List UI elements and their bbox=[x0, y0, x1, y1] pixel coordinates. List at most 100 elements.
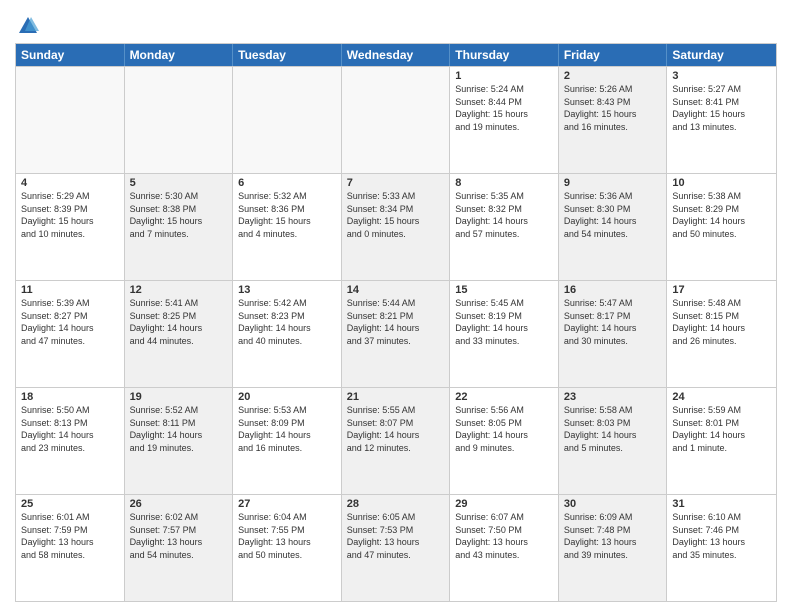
day-info: Sunrise: 5:35 AM Sunset: 8:32 PM Dayligh… bbox=[455, 190, 553, 240]
day-info: Sunrise: 5:55 AM Sunset: 8:07 PM Dayligh… bbox=[347, 404, 445, 454]
cal-cell: 25Sunrise: 6:01 AM Sunset: 7:59 PM Dayli… bbox=[16, 495, 125, 601]
cal-cell: 1Sunrise: 5:24 AM Sunset: 8:44 PM Daylig… bbox=[450, 67, 559, 173]
cal-cell: 24Sunrise: 5:59 AM Sunset: 8:01 PM Dayli… bbox=[667, 388, 776, 494]
day-number: 11 bbox=[21, 284, 119, 296]
day-info: Sunrise: 6:02 AM Sunset: 7:57 PM Dayligh… bbox=[130, 511, 228, 561]
day-number: 22 bbox=[455, 391, 553, 403]
cal-cell: 29Sunrise: 6:07 AM Sunset: 7:50 PM Dayli… bbox=[450, 495, 559, 601]
cal-cell: 2Sunrise: 5:26 AM Sunset: 8:43 PM Daylig… bbox=[559, 67, 668, 173]
day-number: 4 bbox=[21, 177, 119, 189]
day-number: 17 bbox=[672, 284, 771, 296]
day-info: Sunrise: 6:04 AM Sunset: 7:55 PM Dayligh… bbox=[238, 511, 336, 561]
header bbox=[15, 10, 777, 37]
cal-cell bbox=[125, 67, 234, 173]
day-number: 2 bbox=[564, 70, 662, 82]
cal-cell: 10Sunrise: 5:38 AM Sunset: 8:29 PM Dayli… bbox=[667, 174, 776, 280]
day-info: Sunrise: 5:48 AM Sunset: 8:15 PM Dayligh… bbox=[672, 297, 771, 347]
day-number: 7 bbox=[347, 177, 445, 189]
cal-cell: 9Sunrise: 5:36 AM Sunset: 8:30 PM Daylig… bbox=[559, 174, 668, 280]
cal-cell: 16Sunrise: 5:47 AM Sunset: 8:17 PM Dayli… bbox=[559, 281, 668, 387]
day-number: 31 bbox=[672, 498, 771, 510]
day-info: Sunrise: 5:52 AM Sunset: 8:11 PM Dayligh… bbox=[130, 404, 228, 454]
day-info: Sunrise: 6:10 AM Sunset: 7:46 PM Dayligh… bbox=[672, 511, 771, 561]
day-info: Sunrise: 5:44 AM Sunset: 8:21 PM Dayligh… bbox=[347, 297, 445, 347]
day-number: 1 bbox=[455, 70, 553, 82]
calendar-body: 1Sunrise: 5:24 AM Sunset: 8:44 PM Daylig… bbox=[16, 66, 776, 601]
week-row-1: 4Sunrise: 5:29 AM Sunset: 8:39 PM Daylig… bbox=[16, 173, 776, 280]
day-number: 29 bbox=[455, 498, 553, 510]
header-day-tuesday: Tuesday bbox=[233, 44, 342, 66]
day-number: 23 bbox=[564, 391, 662, 403]
day-number: 16 bbox=[564, 284, 662, 296]
cal-cell bbox=[342, 67, 451, 173]
day-number: 24 bbox=[672, 391, 771, 403]
day-number: 13 bbox=[238, 284, 336, 296]
logo bbox=[15, 15, 39, 37]
header-day-wednesday: Wednesday bbox=[342, 44, 451, 66]
cal-cell: 4Sunrise: 5:29 AM Sunset: 8:39 PM Daylig… bbox=[16, 174, 125, 280]
cal-cell: 13Sunrise: 5:42 AM Sunset: 8:23 PM Dayli… bbox=[233, 281, 342, 387]
day-number: 26 bbox=[130, 498, 228, 510]
cal-cell: 18Sunrise: 5:50 AM Sunset: 8:13 PM Dayli… bbox=[16, 388, 125, 494]
cal-cell: 28Sunrise: 6:05 AM Sunset: 7:53 PM Dayli… bbox=[342, 495, 451, 601]
week-row-4: 25Sunrise: 6:01 AM Sunset: 7:59 PM Dayli… bbox=[16, 494, 776, 601]
day-number: 12 bbox=[130, 284, 228, 296]
day-info: Sunrise: 5:50 AM Sunset: 8:13 PM Dayligh… bbox=[21, 404, 119, 454]
day-number: 19 bbox=[130, 391, 228, 403]
day-number: 8 bbox=[455, 177, 553, 189]
day-number: 27 bbox=[238, 498, 336, 510]
day-info: Sunrise: 5:45 AM Sunset: 8:19 PM Dayligh… bbox=[455, 297, 553, 347]
day-info: Sunrise: 5:42 AM Sunset: 8:23 PM Dayligh… bbox=[238, 297, 336, 347]
cal-cell bbox=[233, 67, 342, 173]
cal-cell: 6Sunrise: 5:32 AM Sunset: 8:36 PM Daylig… bbox=[233, 174, 342, 280]
cal-cell: 20Sunrise: 5:53 AM Sunset: 8:09 PM Dayli… bbox=[233, 388, 342, 494]
day-number: 3 bbox=[672, 70, 771, 82]
day-info: Sunrise: 5:36 AM Sunset: 8:30 PM Dayligh… bbox=[564, 190, 662, 240]
cal-cell: 31Sunrise: 6:10 AM Sunset: 7:46 PM Dayli… bbox=[667, 495, 776, 601]
header-day-sunday: Sunday bbox=[16, 44, 125, 66]
cal-cell: 23Sunrise: 5:58 AM Sunset: 8:03 PM Dayli… bbox=[559, 388, 668, 494]
day-info: Sunrise: 5:56 AM Sunset: 8:05 PM Dayligh… bbox=[455, 404, 553, 454]
day-number: 5 bbox=[130, 177, 228, 189]
cal-cell: 12Sunrise: 5:41 AM Sunset: 8:25 PM Dayli… bbox=[125, 281, 234, 387]
calendar-header: SundayMondayTuesdayWednesdayThursdayFrid… bbox=[16, 44, 776, 66]
cal-cell: 8Sunrise: 5:35 AM Sunset: 8:32 PM Daylig… bbox=[450, 174, 559, 280]
header-day-saturday: Saturday bbox=[667, 44, 776, 66]
header-day-friday: Friday bbox=[559, 44, 668, 66]
day-info: Sunrise: 5:32 AM Sunset: 8:36 PM Dayligh… bbox=[238, 190, 336, 240]
cal-cell: 15Sunrise: 5:45 AM Sunset: 8:19 PM Dayli… bbox=[450, 281, 559, 387]
day-info: Sunrise: 6:05 AM Sunset: 7:53 PM Dayligh… bbox=[347, 511, 445, 561]
cal-cell: 14Sunrise: 5:44 AM Sunset: 8:21 PM Dayli… bbox=[342, 281, 451, 387]
day-number: 15 bbox=[455, 284, 553, 296]
calendar: SundayMondayTuesdayWednesdayThursdayFrid… bbox=[15, 43, 777, 602]
day-number: 6 bbox=[238, 177, 336, 189]
cal-cell: 30Sunrise: 6:09 AM Sunset: 7:48 PM Dayli… bbox=[559, 495, 668, 601]
cal-cell: 11Sunrise: 5:39 AM Sunset: 8:27 PM Dayli… bbox=[16, 281, 125, 387]
cal-cell: 22Sunrise: 5:56 AM Sunset: 8:05 PM Dayli… bbox=[450, 388, 559, 494]
day-info: Sunrise: 5:39 AM Sunset: 8:27 PM Dayligh… bbox=[21, 297, 119, 347]
day-number: 10 bbox=[672, 177, 771, 189]
cal-cell: 27Sunrise: 6:04 AM Sunset: 7:55 PM Dayli… bbox=[233, 495, 342, 601]
week-row-2: 11Sunrise: 5:39 AM Sunset: 8:27 PM Dayli… bbox=[16, 280, 776, 387]
day-info: Sunrise: 5:24 AM Sunset: 8:44 PM Dayligh… bbox=[455, 83, 553, 133]
day-info: Sunrise: 5:26 AM Sunset: 8:43 PM Dayligh… bbox=[564, 83, 662, 133]
cal-cell: 7Sunrise: 5:33 AM Sunset: 8:34 PM Daylig… bbox=[342, 174, 451, 280]
day-info: Sunrise: 5:58 AM Sunset: 8:03 PM Dayligh… bbox=[564, 404, 662, 454]
cal-cell bbox=[16, 67, 125, 173]
cal-cell: 21Sunrise: 5:55 AM Sunset: 8:07 PM Dayli… bbox=[342, 388, 451, 494]
day-number: 28 bbox=[347, 498, 445, 510]
day-info: Sunrise: 5:53 AM Sunset: 8:09 PM Dayligh… bbox=[238, 404, 336, 454]
day-number: 20 bbox=[238, 391, 336, 403]
day-number: 21 bbox=[347, 391, 445, 403]
day-info: Sunrise: 5:30 AM Sunset: 8:38 PM Dayligh… bbox=[130, 190, 228, 240]
logo-icon bbox=[17, 15, 39, 37]
week-row-0: 1Sunrise: 5:24 AM Sunset: 8:44 PM Daylig… bbox=[16, 66, 776, 173]
cal-cell: 5Sunrise: 5:30 AM Sunset: 8:38 PM Daylig… bbox=[125, 174, 234, 280]
cal-cell: 26Sunrise: 6:02 AM Sunset: 7:57 PM Dayli… bbox=[125, 495, 234, 601]
day-info: Sunrise: 6:09 AM Sunset: 7:48 PM Dayligh… bbox=[564, 511, 662, 561]
cal-cell: 17Sunrise: 5:48 AM Sunset: 8:15 PM Dayli… bbox=[667, 281, 776, 387]
page: SundayMondayTuesdayWednesdayThursdayFrid… bbox=[0, 0, 792, 612]
day-info: Sunrise: 5:41 AM Sunset: 8:25 PM Dayligh… bbox=[130, 297, 228, 347]
day-info: Sunrise: 5:29 AM Sunset: 8:39 PM Dayligh… bbox=[21, 190, 119, 240]
day-number: 18 bbox=[21, 391, 119, 403]
